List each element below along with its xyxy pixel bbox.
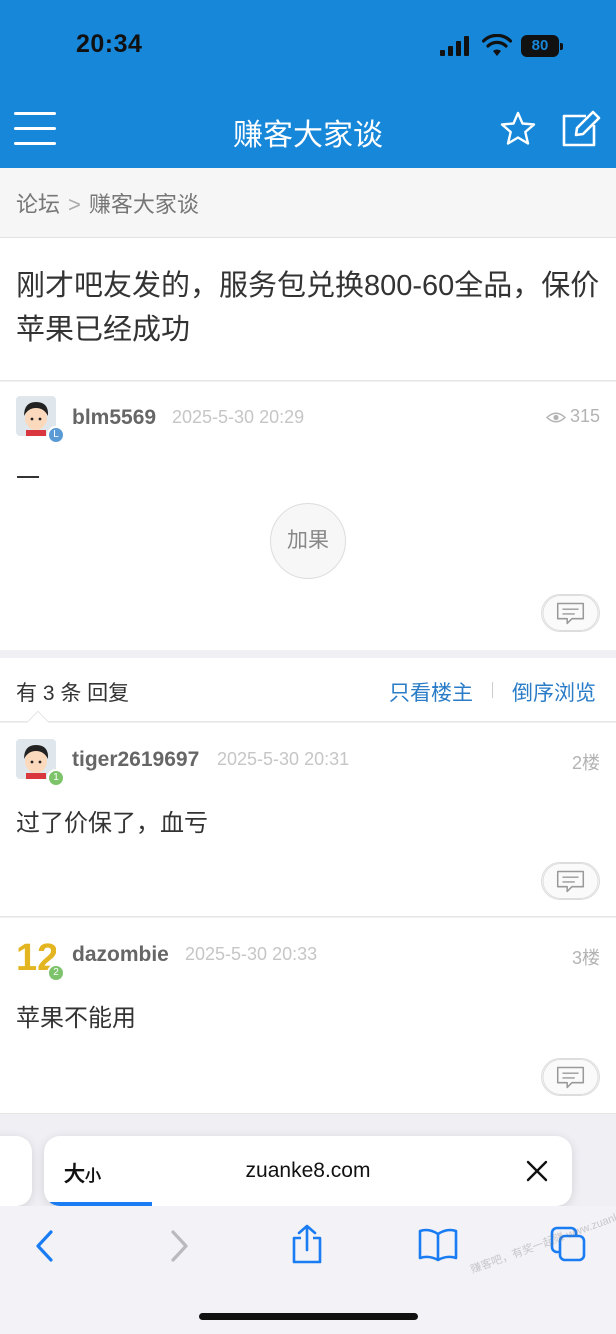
bookmarks-icon[interactable] bbox=[417, 1228, 459, 1262]
reply-time: 2025-5-30 20:31 bbox=[217, 749, 350, 769]
floor-number: 2楼 bbox=[571, 753, 600, 773]
user-level-badge: 1 bbox=[47, 769, 65, 787]
address-bar[interactable]: 大小 zuanke8.com bbox=[44, 1136, 572, 1206]
comment-icon[interactable] bbox=[541, 862, 600, 900]
reply-time: 2025-5-30 20:33 bbox=[185, 944, 318, 964]
cellular-signal-icon bbox=[440, 36, 472, 56]
user-level-badge: L bbox=[47, 426, 65, 444]
comment-icon[interactable] bbox=[541, 1058, 600, 1096]
reply-content: 苹果不能用 bbox=[16, 1005, 136, 1032]
breadcrumb-current[interactable]: 赚客大家谈 bbox=[89, 192, 199, 217]
home-indicator bbox=[199, 1313, 418, 1320]
share-icon[interactable] bbox=[290, 1224, 324, 1264]
reply-post: 12 2 dazombie 2025-5-30 20:33 3楼 苹果不能用 bbox=[0, 918, 616, 1114]
url-text[interactable]: zuanke8.com bbox=[44, 1159, 572, 1183]
breadcrumb-home[interactable]: 论坛 bbox=[16, 192, 60, 217]
breadcrumb-separator: > bbox=[68, 192, 81, 217]
previous-tab-preview[interactable] bbox=[0, 1136, 32, 1206]
view-count-value: 315 bbox=[569, 406, 600, 426]
wifi-icon bbox=[482, 34, 512, 56]
battery-icon: 80 bbox=[521, 35, 563, 57]
like-button[interactable]: 加果 bbox=[270, 503, 346, 579]
reply-bar: 有 3 条 回复 只看楼主 倒序浏览 bbox=[0, 658, 616, 722]
status-bar: 20:34 80 bbox=[0, 0, 616, 92]
reply-count: 有 3 条 回复 bbox=[16, 682, 130, 705]
view-count: 315 bbox=[545, 406, 600, 427]
close-icon[interactable] bbox=[526, 1160, 548, 1182]
floor-number: 3楼 bbox=[571, 948, 600, 968]
reply-post: 1 tiger2619697 2025-5-30 20:31 2楼 过了价保了，… bbox=[0, 723, 616, 917]
thread-title: 刚才吧友发的，服务包兑换800-60全品，保价苹果已经成功 bbox=[0, 238, 616, 381]
reply-content: 过了价保了，血亏 bbox=[16, 810, 208, 837]
reply-username[interactable]: tiger2619697 bbox=[72, 748, 199, 772]
star-icon[interactable] bbox=[500, 111, 536, 147]
edit-icon[interactable] bbox=[560, 110, 602, 148]
forward-icon[interactable] bbox=[167, 1228, 191, 1264]
nav-bar: 赚客大家谈 bbox=[0, 92, 616, 168]
reply-username[interactable]: dazombie bbox=[72, 943, 169, 967]
op-post-time: 2025-5-30 20:29 bbox=[172, 407, 305, 427]
comment-icon[interactable] bbox=[541, 594, 600, 632]
op-username[interactable]: blm5569 bbox=[72, 406, 156, 430]
breadcrumb: 论坛 > 赚客大家谈 bbox=[0, 168, 616, 238]
battery-level: 80 bbox=[531, 37, 549, 54]
eye-icon bbox=[545, 412, 567, 423]
status-time: 20:34 bbox=[76, 30, 143, 58]
only-op-link[interactable]: 只看楼主 bbox=[389, 677, 473, 707]
op-content: 一 bbox=[16, 465, 40, 492]
back-icon[interactable] bbox=[33, 1228, 57, 1264]
user-level-badge: 2 bbox=[47, 964, 65, 982]
divider bbox=[492, 682, 493, 698]
reverse-order-link[interactable]: 倒序浏览 bbox=[512, 677, 596, 707]
